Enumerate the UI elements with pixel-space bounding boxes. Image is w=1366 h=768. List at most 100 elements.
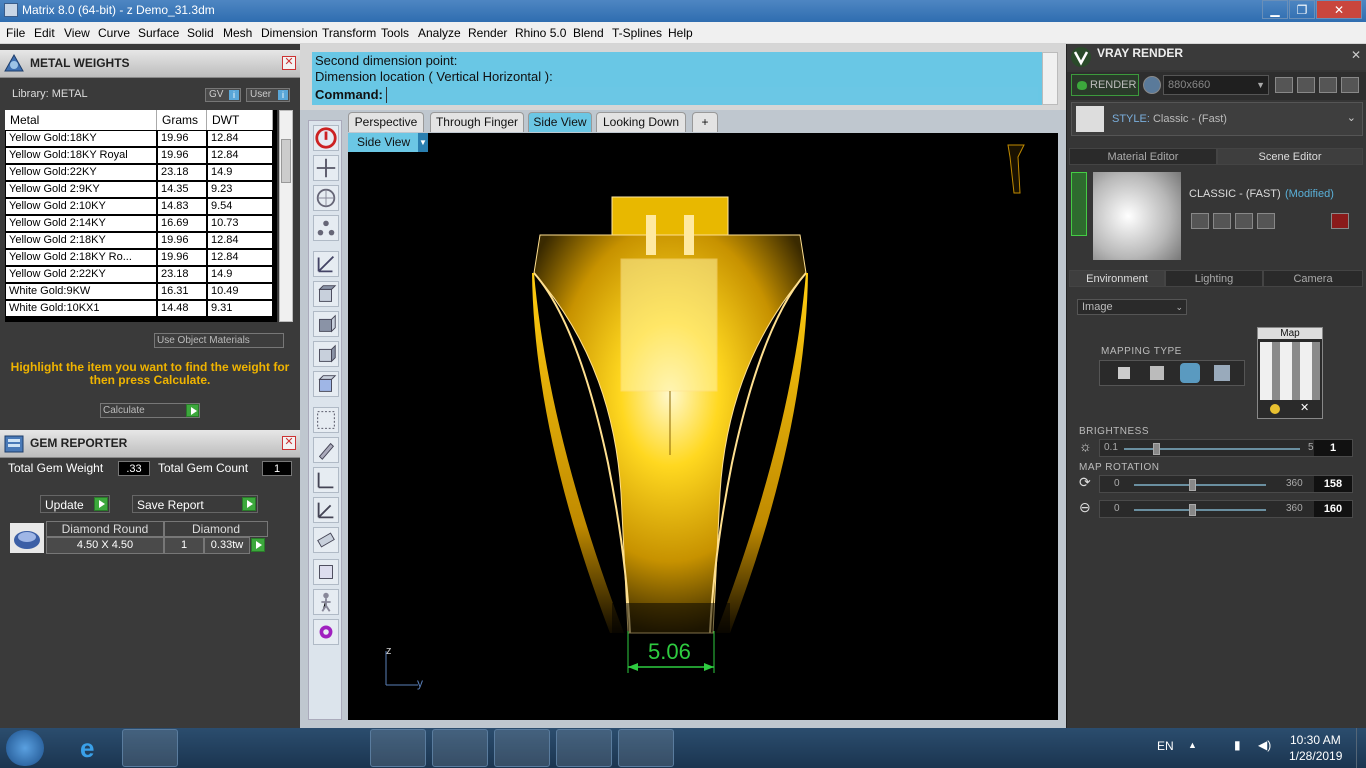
gear-icon[interactable] [313,619,339,645]
metal-weights-close-button[interactable]: ✕ [282,56,296,70]
menu-help[interactable]: Help [668,26,693,40]
menu-mesh[interactable]: Mesh [223,26,252,40]
style-selector[interactable]: STYLE: Classic - (Fast) ⌄ [1071,102,1363,136]
gem-row-arrow-icon[interactable] [251,538,265,552]
menu-rhino[interactable]: Rhino 5.0 [515,26,566,40]
show-desktop-button[interactable] [1356,728,1366,768]
render-settings-icon[interactable] [1297,77,1315,93]
save-report-button[interactable]: Save Report [132,495,258,513]
start-button[interactable] [6,730,44,766]
scene-import-icon[interactable] [1235,213,1253,229]
menu-dimension[interactable]: Dimension [261,26,318,40]
rotation-v-slider[interactable]: 0 360 160 [1099,500,1353,518]
box-shaded-icon[interactable] [313,371,339,397]
clock-date[interactable]: 1/28/2019 [1289,749,1342,763]
taskbar-paint-icon[interactable] [556,729,612,767]
rotation-v-track[interactable] [1134,509,1266,511]
calculate-button[interactable]: Calculate [100,403,200,418]
gem-reporter-close-button[interactable]: ✕ [282,436,296,450]
volume-icon[interactable]: ◀) [1258,738,1271,752]
pan-tool-icon[interactable] [313,155,339,181]
gv-toggle[interactable]: GV i [205,88,241,102]
axis-tool-icon[interactable] [313,251,339,277]
image-select[interactable]: Image ⌄ [1077,299,1187,315]
map-clear-icon[interactable]: ✕ [1300,401,1309,414]
stop-tool-icon[interactable] [313,125,339,151]
mapping-sphere-icon[interactable] [1180,363,1200,383]
tray-arrow-icon[interactable]: ▲ [1188,740,1197,750]
rotation-h-slider[interactable]: 0 360 158 [1099,475,1353,493]
map-color-icon[interactable] [1270,404,1280,414]
render-size-select[interactable]: 880x660 ▼ [1163,75,1269,95]
menu-tsplines[interactable]: T-Splines [612,26,662,40]
table-row[interactable]: Yellow Gold 2:18KY 19.96 12.84 [5,232,277,249]
scene-collapse-button[interactable] [1071,172,1087,236]
grid-tool-icon[interactable] [313,407,339,433]
menu-analyze[interactable]: Analyze [418,26,461,40]
use-object-materials-button[interactable]: Use Object Materials [154,333,284,348]
taskbar-ie-icon[interactable]: e [64,729,120,767]
tab-through-finger[interactable]: Through Finger [430,112,524,132]
menu-file[interactable]: File [6,26,25,40]
table-row[interactable]: Yellow Gold 2:22KY 23.18 14.9 [5,266,277,283]
taskbar-media-icon[interactable] [180,729,236,767]
scene-reset-icon[interactable] [1331,213,1349,229]
vray-close-button[interactable]: ✕ [1351,48,1361,62]
menu-edit[interactable]: Edit [34,26,55,40]
add-tab-button[interactable]: + [692,112,718,132]
hide-tool-icon[interactable] [313,559,339,585]
col-metal[interactable]: Metal [5,110,157,130]
brightness-slider[interactable]: 0.1 5 1 [1099,439,1353,457]
menu-blend[interactable]: Blend [573,26,604,40]
brightness-track[interactable] [1124,448,1300,450]
taskbar-control-icon[interactable] [432,729,488,767]
box-right-icon[interactable] [313,341,339,367]
taskbar-app-icon[interactable] [248,729,304,767]
pencil-tool-icon[interactable] [313,437,339,463]
scene-save-icon[interactable] [1191,213,1209,229]
menu-surface[interactable]: Surface [138,26,179,40]
table-row[interactable]: White Gold:9KW 16.31 10.49 [5,283,277,300]
menu-tools[interactable]: Tools [381,26,409,40]
menu-render[interactable]: Render [468,26,507,40]
user-toggle[interactable]: User i [246,88,290,102]
measure-tool-icon[interactable] [313,527,339,553]
snap-tool-icon[interactable] [313,215,339,241]
close-button[interactable]: ✕ [1316,0,1362,19]
menu-solid[interactable]: Solid [187,26,214,40]
tab-camera[interactable]: Camera [1263,270,1363,287]
menu-view[interactable]: View [64,26,90,40]
table-row[interactable]: Yellow Gold 2:10KY 14.83 9.54 [5,198,277,215]
rotation-h-knob[interactable] [1189,479,1197,491]
render-grid-icon[interactable] [1341,77,1359,93]
tab-perspective[interactable]: Perspective [348,112,424,132]
metal-table-scrollbar[interactable] [279,110,293,322]
table-row[interactable]: Yellow Gold 2:18KY Ro... 19.96 12.84 [5,249,277,266]
mapping-spherical-icon[interactable] [1214,365,1230,381]
language-indicator[interactable]: EN [1157,739,1174,753]
scene-export-icon[interactable] [1257,213,1275,229]
render-button[interactable]: RENDER [1071,74,1139,96]
table-row[interactable]: Yellow Gold 2:14KY 16.69 10.73 [5,215,277,232]
rotation-v-knob[interactable] [1189,504,1197,516]
rotation-v-value[interactable]: 160 [1314,501,1352,517]
figure-tool-icon[interactable] [313,589,339,615]
taskbar-notes-icon[interactable] [618,729,674,767]
col-grams[interactable]: Grams [157,110,207,130]
viewport-side-view[interactable]: Side View ▼ 5.06 z y [348,133,1058,720]
taskbar-explorer-icon[interactable] [122,729,178,767]
table-row[interactable]: White Gold:10KX1 14.48 9.31 [5,300,277,317]
network-icon[interactable]: ▮ [1234,738,1241,752]
taskbar-viber-icon[interactable] [308,729,364,767]
menu-curve[interactable]: Curve [98,26,130,40]
command-scrollbar[interactable] [1042,52,1058,105]
tab-lighting[interactable]: Lighting [1165,270,1263,287]
brightness-value[interactable]: 1 [1314,440,1352,456]
taskbar-matrix-icon[interactable] [494,729,550,767]
table-row[interactable]: Yellow Gold:22KY 23.18 14.9 [5,164,277,181]
mapping-flat-icon[interactable] [1118,367,1130,379]
table-row[interactable]: Yellow Gold:18KY 19.96 12.84 [5,130,277,147]
tab-looking-down[interactable]: Looking Down [596,112,686,132]
metal-table-scroll-thumb[interactable] [281,139,291,183]
tab-environment[interactable]: Environment [1069,270,1165,287]
